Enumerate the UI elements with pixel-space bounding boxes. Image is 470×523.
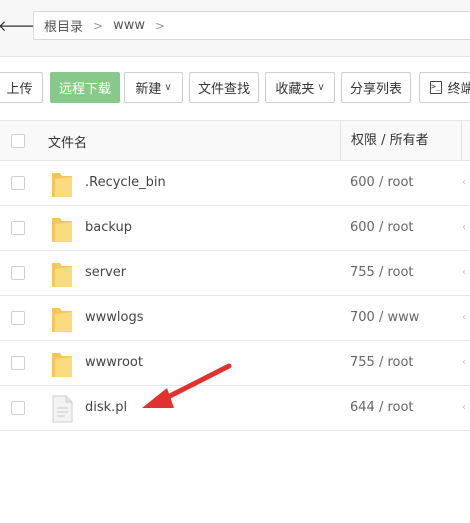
- file-name[interactable]: server: [85, 265, 126, 280]
- file-name[interactable]: wwwlogs: [85, 310, 144, 325]
- file-permission[interactable]: 700 / www: [350, 310, 419, 325]
- column-header-name[interactable]: 文件名: [48, 132, 87, 151]
- file-name[interactable]: backup: [85, 220, 132, 235]
- file-permission[interactable]: 600 / root: [350, 220, 414, 235]
- file-name[interactable]: disk.pl: [85, 400, 127, 415]
- remote-download-label: 远程下载: [58, 82, 111, 97]
- share-list-label: 分享列表: [349, 82, 402, 97]
- file-name[interactable]: .Recycle_bin: [85, 175, 166, 190]
- file-permission[interactable]: 644 / root: [350, 400, 414, 415]
- new-label: 新建: [135, 82, 162, 97]
- folder-icon: [51, 305, 73, 333]
- chevron-right-icon: >: [154, 18, 166, 33]
- file-table: 文件名 权限 / 所有者 .Recycle_bin 600 / root ‹ b…: [0, 120, 470, 431]
- file-name[interactable]: wwwroot: [85, 355, 143, 370]
- row-edge-icon: ‹: [462, 267, 466, 278]
- file-permission[interactable]: 755 / root: [350, 355, 414, 370]
- table-header: 文件名 权限 / 所有者: [0, 120, 470, 161]
- breadcrumb[interactable]: 根目录 > www >: [33, 11, 470, 40]
- column-divider: [461, 121, 462, 161]
- favorites-label: 收藏夹: [275, 82, 315, 97]
- row-edge-icon: ‹: [462, 222, 466, 233]
- file-search-button[interactable]: 文件查找: [189, 72, 259, 103]
- address-bar: 🡐 根目录 > www >: [0, 0, 470, 57]
- remote-download-button[interactable]: 远程下载: [50, 72, 120, 103]
- upload-button[interactable]: 上传: [0, 72, 43, 103]
- folder-icon: [51, 260, 73, 288]
- row-edge-icon: ‹: [462, 402, 466, 413]
- column-header-permission[interactable]: 权限 / 所有者: [340, 121, 429, 161]
- row-checkbox[interactable]: [11, 401, 25, 415]
- folder-icon: [51, 350, 73, 378]
- toolbar: 上传 远程下载 新建 ∨ 文件查找 收藏夹 ∨ 分享列表 >_ 终端: [0, 72, 470, 104]
- chevron-down-icon: ∨: [164, 82, 172, 93]
- table-row[interactable]: wwwroot 755 / root ‹: [0, 341, 470, 386]
- table-row[interactable]: backup 600 / root ‹: [0, 206, 470, 251]
- row-edge-icon: ‹: [462, 177, 466, 188]
- row-checkbox[interactable]: [11, 266, 25, 280]
- share-list-button[interactable]: 分享列表: [341, 72, 411, 103]
- folder-icon: [51, 170, 73, 198]
- breadcrumb-root[interactable]: 根目录: [42, 16, 85, 35]
- table-row[interactable]: wwwlogs 700 / www ‹: [0, 296, 470, 341]
- terminal-button[interactable]: >_ 终端: [419, 72, 470, 103]
- select-all-checkbox[interactable]: [11, 134, 25, 148]
- row-edge-icon: ‹: [462, 357, 466, 368]
- row-checkbox[interactable]: [11, 221, 25, 235]
- row-checkbox[interactable]: [11, 176, 25, 190]
- row-checkbox[interactable]: [11, 356, 25, 370]
- row-edge-icon: ‹: [462, 312, 466, 323]
- back-arrow-icon[interactable]: 🡐: [0, 12, 38, 38]
- file-search-label: 文件查找: [197, 82, 250, 97]
- chevron-right-icon: >: [93, 18, 104, 33]
- file-icon: [51, 395, 73, 423]
- file-permission[interactable]: 755 / root: [350, 265, 414, 280]
- chevron-down-icon: ∨: [317, 82, 325, 93]
- folder-icon: [51, 215, 73, 243]
- breadcrumb-www[interactable]: www: [111, 18, 147, 33]
- table-row[interactable]: .Recycle_bin 600 / root ‹: [0, 161, 470, 206]
- table-row[interactable]: server 755 / root ‹: [0, 251, 470, 296]
- row-checkbox[interactable]: [11, 311, 25, 325]
- new-button[interactable]: 新建 ∨: [124, 72, 183, 103]
- favorites-button[interactable]: 收藏夹 ∨: [265, 72, 335, 103]
- table-row[interactable]: disk.pl 644 / root ‹: [0, 386, 470, 431]
- terminal-label: 终端: [447, 82, 470, 97]
- upload-label: 上传: [6, 82, 33, 97]
- terminal-icon: >_: [430, 81, 442, 94]
- file-permission[interactable]: 600 / root: [350, 175, 414, 190]
